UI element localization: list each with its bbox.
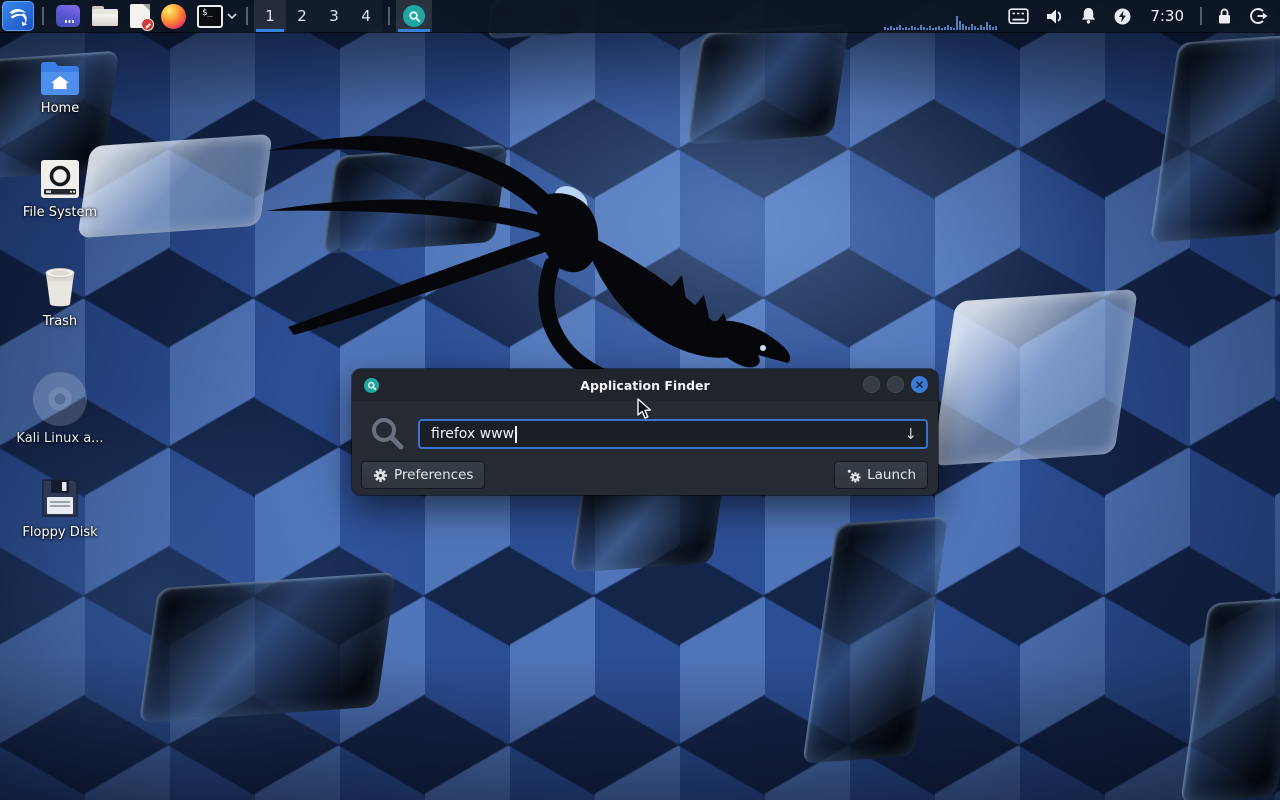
desktop-icon-floppy-disk[interactable]: Floppy Disk [5, 476, 115, 540]
search-icon [403, 5, 425, 27]
wallpaper-glass-cube [139, 572, 396, 723]
bell-icon [1080, 7, 1097, 25]
launch-icon [846, 468, 861, 483]
home-folder-icon [5, 60, 115, 96]
document-edit-icon [130, 4, 150, 28]
minimize-button[interactable] [863, 376, 880, 393]
preferences-button[interactable]: Preferences [361, 461, 485, 489]
kali-logo-icon [2, 1, 34, 31]
terminal-button[interactable]: $_ [191, 0, 240, 32]
clock[interactable]: 7:30 [1140, 7, 1194, 25]
search-input-value: firefox www [431, 426, 514, 442]
mouse-cursor [637, 398, 653, 420]
lock-icon [1216, 7, 1233, 25]
window-title: Application Finder [580, 378, 709, 393]
taskbar-application-finder[interactable] [396, 0, 432, 32]
kali-cd-icon [5, 372, 115, 426]
top-panel: $_ 1 2 3 4 [0, 0, 1280, 32]
chevron-down-icon[interactable] [226, 12, 238, 20]
power-manager[interactable] [1105, 0, 1140, 32]
logout-button[interactable] [1241, 0, 1280, 32]
desktop-icon-label: File System [5, 205, 115, 220]
volume-icon [1045, 8, 1064, 25]
floppy-disk-icon [5, 476, 115, 520]
application-finder-window: Application Finder ✕ firefox www ↓ Prefe… [352, 369, 938, 495]
gear-icon [373, 468, 388, 483]
desktop-icon-home[interactable]: Home [5, 60, 115, 116]
screen-lock[interactable] [1208, 0, 1241, 32]
trash-icon [5, 265, 115, 309]
panel-separator [246, 7, 248, 25]
desktop-icon-trash[interactable]: Trash [5, 265, 115, 329]
filesystem-drive-icon [5, 158, 115, 200]
panel-separator [1200, 7, 1202, 25]
arrow-down-icon[interactable]: ↓ [904, 425, 917, 443]
file-manager-button[interactable] [86, 0, 124, 32]
text-editor-button[interactable] [124, 0, 156, 32]
launch-button[interactable]: Launch [834, 461, 928, 489]
desktop-icon-file-system[interactable]: File System [5, 158, 115, 220]
desktop-icon-label: Floppy Disk [5, 525, 115, 540]
notifications[interactable] [1072, 0, 1105, 32]
close-button[interactable]: ✕ [911, 376, 928, 393]
search-input[interactable]: firefox www ↓ [418, 419, 928, 449]
cpu-graph[interactable] [884, 0, 1000, 32]
workspace-1[interactable]: 1 [254, 0, 286, 32]
folder-icon [92, 6, 118, 26]
edit-badge-icon [141, 18, 154, 31]
application-finder-icon [364, 378, 379, 393]
launch-button-label: Launch [867, 467, 916, 483]
desktop-icon-label: Trash [5, 314, 115, 329]
keyboard-indicator[interactable] [1000, 0, 1037, 32]
keyboard-icon [1008, 8, 1029, 25]
logout-icon [1249, 7, 1268, 25]
desktop-icon-label: Kali Linux a... [5, 431, 115, 446]
window-icon [56, 5, 80, 27]
panel-separator [388, 7, 390, 25]
window-switcher-button[interactable] [50, 0, 86, 32]
terminal-icon: $_ [197, 5, 223, 28]
workspace-4[interactable]: 4 [350, 0, 382, 32]
preferences-button-label: Preferences [394, 467, 473, 483]
firefox-icon [161, 4, 186, 29]
firefox-button[interactable] [156, 0, 191, 32]
search-glass-icon [370, 416, 406, 456]
desktop-icon-kali-linux[interactable]: Kali Linux a... [5, 372, 115, 446]
volume-control[interactable] [1037, 0, 1072, 32]
maximize-button[interactable] [887, 376, 904, 393]
kali-menu-button[interactable] [0, 0, 36, 32]
power-icon [1113, 7, 1132, 26]
workspace-3[interactable]: 3 [318, 0, 350, 32]
text-caret [515, 426, 517, 443]
panel-separator [42, 7, 44, 25]
window-titlebar[interactable]: Application Finder ✕ [352, 369, 938, 401]
desktop-icon-label: Home [5, 101, 115, 116]
kali-dragon-silhouette [240, 115, 830, 385]
wallpaper-glass-cube [932, 289, 1138, 466]
workspace-2[interactable]: 2 [286, 0, 318, 32]
